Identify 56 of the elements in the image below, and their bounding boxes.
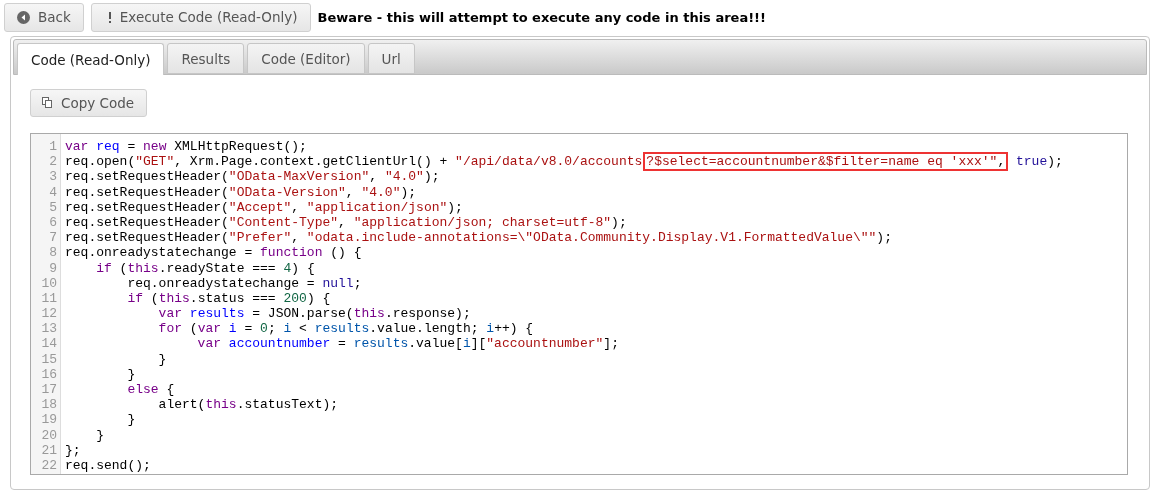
code-line: for (var i = 0; i < results.value.length; i++) {	[157, 321, 535, 337]
back-button[interactable]: Back	[4, 2, 84, 32]
execute-code-button[interactable]: Execute Code (Read-Only)	[90, 2, 311, 32]
code-line: }	[126, 366, 137, 382]
exclamation-icon	[107, 11, 112, 23]
line-number: 9	[48, 260, 58, 276]
line-number: 7	[48, 230, 58, 246]
line-number: 15	[40, 351, 58, 367]
code-line: req.setRequestHeader("Accept", "application/json");	[65, 199, 464, 215]
line-number: 16	[40, 366, 58, 382]
line-number: 2	[48, 154, 58, 170]
tab[interactable]: Url	[367, 43, 415, 74]
code-line: }	[95, 427, 105, 443]
line-number: 6	[48, 214, 58, 231]
code-line: req.setRequestHeader("Prefer", "odata.include-annotations=\"OData.Community.Display.V1.FormattedValue\"");	[65, 230, 893, 246]
code-line: req.open("GET", Xrm.Page.context.getClientUrl() + "/api/data/v8.0/accounts ?$select=accountnumber&$filter=name eq 'xxx'", true);	[65, 154, 1063, 170]
tab[interactable]: Code (Editor)	[247, 43, 365, 74]
line-number: 3	[48, 169, 58, 185]
line-number: 19	[40, 412, 58, 428]
copy-code-button[interactable]: Copy Code	[30, 89, 148, 117]
line-number: 13	[40, 321, 58, 337]
line-number: 18	[40, 397, 58, 413]
line-number: 4	[48, 184, 58, 200]
code-line: else {	[126, 382, 176, 398]
line-number: 20	[40, 427, 58, 443]
code-line: if (this.readyState === 4) {	[95, 260, 316, 276]
code-line: alert(this.statusText);	[157, 397, 340, 413]
tab[interactable]: Results	[167, 43, 245, 74]
line-number: 10	[40, 275, 58, 291]
code-line: var req = new XMLHttpRequest();	[65, 139, 308, 155]
copy-icon	[42, 97, 53, 109]
code-line: req.onreadystatechange = function () {	[65, 245, 363, 261]
code-line: }	[126, 412, 137, 428]
code-line: var accountnumber = results.value[i]["accountnumber"];	[196, 336, 620, 352]
code-line: req.setRequestHeader("OData-MaxVersion", "4.0");	[65, 169, 441, 185]
line-number: 21	[40, 442, 58, 458]
line-number: 17	[40, 382, 58, 398]
code-line: };	[65, 442, 82, 458]
code-line: }	[157, 351, 168, 367]
line-number: 8	[48, 245, 58, 261]
code-line: var results = JSON.parse(this.response);	[157, 306, 472, 322]
line-number: 11	[40, 290, 58, 307]
line-number: 12	[40, 306, 58, 322]
code-line: req.send();	[65, 457, 152, 474]
code-line: req.setRequestHeader("OData-Version", "4.0");	[65, 184, 418, 200]
warning-text: Beware - this will attempt to execute any code in this area!!!	[317, 9, 766, 25]
highlight-box: ?$select=accountnumber&$filter=name eq 'xxx'",	[643, 152, 1009, 172]
code-line: if (this.status === 200) {	[126, 290, 332, 307]
line-number: 22	[40, 457, 58, 474]
tab[interactable]: Code (Read-Only)	[17, 43, 165, 75]
line-number: 1	[48, 139, 58, 155]
line-number: 5	[48, 199, 58, 215]
code-line: req.setRequestHeader("Content-Type", "application/json; charset=utf-8");	[65, 214, 628, 231]
code-line: req.onreadystatechange = null;	[126, 275, 363, 291]
line-number: 14	[40, 336, 58, 352]
back-icon	[17, 10, 30, 24]
